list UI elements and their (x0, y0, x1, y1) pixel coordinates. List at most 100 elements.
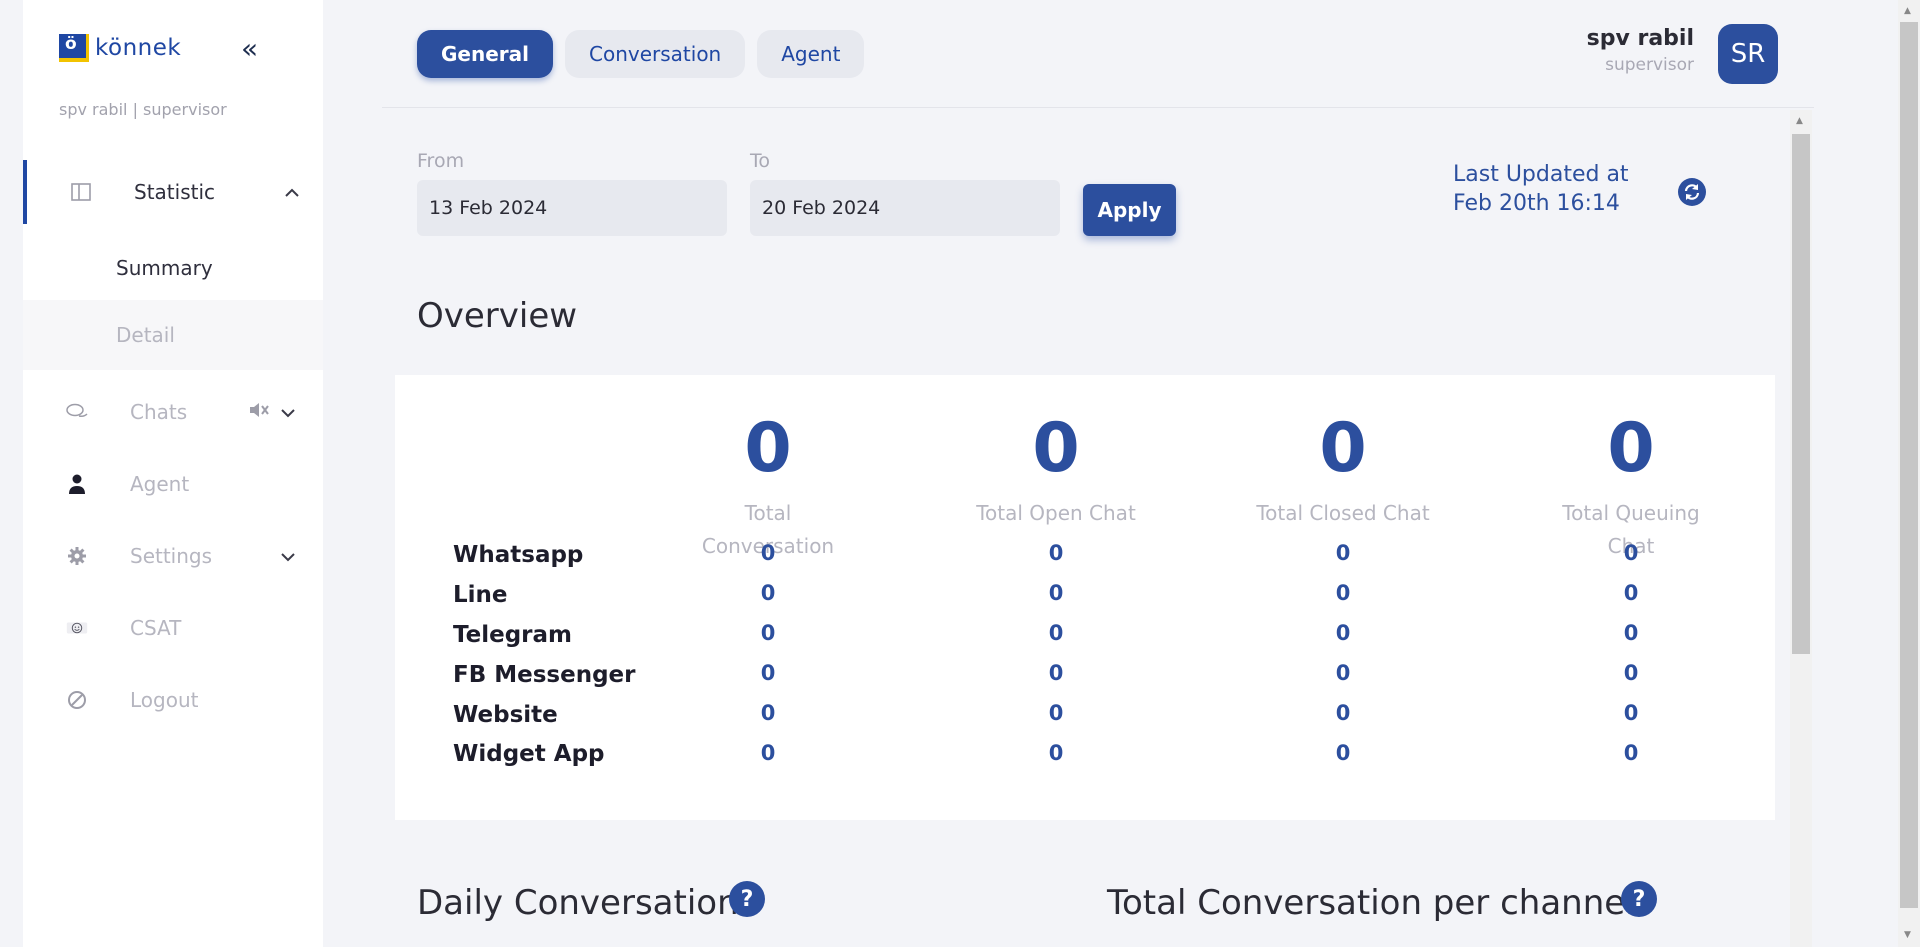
logo-mark-icon: ö (59, 34, 89, 62)
stat-label: Total Closed Chat (1256, 501, 1430, 525)
daily-conversation-title: Daily Conversation (417, 883, 739, 923)
table-cell: 0 (1048, 621, 1064, 645)
table-cell: 0 (1623, 541, 1639, 565)
sidebar-item-agent[interactable]: Agent (23, 452, 323, 516)
refresh-icon[interactable] (1678, 178, 1706, 206)
sidebar-item-label: Logout (130, 688, 199, 712)
sidebar-item-label: Chats (130, 400, 188, 424)
table-cell: 0 (1623, 581, 1639, 605)
table-cell: 0 (760, 701, 776, 725)
chat-bubbles-icon (66, 401, 88, 423)
person-icon (66, 473, 88, 495)
table-cell: 0 (1048, 741, 1064, 765)
collapse-sidebar-icon[interactable]: « (241, 32, 258, 65)
channel-label: Website (453, 702, 558, 728)
columns-icon (70, 181, 92, 203)
channel-label: FB Messenger (453, 662, 636, 688)
apply-button[interactable]: Apply (1083, 184, 1176, 236)
sidebar-item-chats[interactable]: Chats (23, 380, 323, 444)
channel-label: Telegram (453, 622, 573, 648)
avatar[interactable]: SR (1718, 24, 1778, 84)
table-cell: 0 (1048, 581, 1064, 605)
table-cell: 0 (1335, 541, 1351, 565)
sidebar-subitem-label: Detail (116, 323, 175, 347)
table-cell: 0 (1623, 661, 1639, 685)
table-cell: 0 (1335, 581, 1351, 605)
sidebar-item-statistic[interactable]: Statistic (23, 160, 323, 224)
channel-label: Whatsapp (453, 542, 584, 568)
scrollbar-thumb[interactable] (1900, 22, 1918, 908)
table-cell: 0 (760, 741, 776, 765)
tab-general[interactable]: General (417, 30, 553, 78)
sidebar: ö könnek « spv rabil | supervisor Statis… (23, 0, 323, 947)
sidebar-item-label: Settings (130, 544, 213, 568)
from-label: From (417, 150, 465, 172)
mute-icon[interactable] (248, 400, 270, 425)
stat-value: 0 (1032, 409, 1080, 488)
stat-total-queuing-chat: 0 Total Queuing Chat (1521, 405, 1741, 563)
stat-value: 0 (744, 409, 792, 488)
user-name: spv rabil (1586, 26, 1694, 51)
sidebar-item-label: CSAT (130, 616, 182, 640)
scroll-up-icon[interactable]: ▲ (1796, 116, 1803, 126)
scrollbar-thumb[interactable] (1792, 134, 1810, 654)
stat-total-closed-chat: 0 Total Closed Chat (1233, 405, 1453, 530)
overview-title: Overview (417, 296, 578, 336)
sidebar-user-info: spv rabil | supervisor (59, 100, 227, 119)
per-channel-title: Total Conversation per channel (1107, 883, 1635, 923)
table-cell: 0 (760, 661, 776, 685)
last-updated-label: Last Updated at (1453, 162, 1629, 187)
stat-value: 0 (1607, 409, 1655, 488)
stat-value: 0 (1319, 409, 1367, 488)
sidebar-item-settings[interactable]: Settings (23, 524, 323, 588)
table-cell: 0 (760, 621, 776, 645)
logout-icon (66, 689, 88, 711)
table-cell: 0 (1335, 701, 1351, 725)
table-cell: 0 (1623, 621, 1639, 645)
sidebar-item-label: Statistic (134, 180, 216, 204)
scroll-up-icon[interactable]: ▲ (1904, 6, 1911, 16)
scroll-down-icon[interactable]: ▼ (1904, 930, 1911, 940)
user-info: spv rabil supervisor (1587, 26, 1694, 75)
table-cell: 0 (760, 541, 776, 565)
sidebar-item-logout[interactable]: Logout (23, 668, 323, 732)
sidebar-subitem-detail[interactable]: Detail (23, 300, 323, 370)
page-scrollbar[interactable]: ▲ ▼ (1898, 0, 1920, 947)
user-role: supervisor (1605, 55, 1694, 75)
help-icon[interactable]: ? (729, 881, 765, 917)
channel-label: Line (453, 582, 508, 608)
table-cell: 0 (1335, 661, 1351, 685)
tab-agent[interactable]: Agent (757, 30, 865, 78)
channel-label: Widget App (453, 741, 605, 767)
table-cell: 0 (1048, 661, 1064, 685)
logo-text: könnek (95, 35, 182, 61)
sidebar-subitem-label: Summary (116, 256, 213, 280)
sidebar-item-csat[interactable]: CSAT (23, 596, 323, 660)
last-updated: Last Updated at Feb 20th 16:14 (1453, 160, 1629, 218)
help-icon[interactable]: ? (1621, 881, 1657, 917)
table-cell: 0 (1623, 741, 1639, 765)
to-date-input[interactable]: 20 Feb 2024 (750, 180, 1060, 236)
table-cell: 0 (1335, 621, 1351, 645)
stat-total-open-chat: 0 Total Open Chat (946, 405, 1166, 530)
stat-label: Total Open Chat (976, 501, 1136, 525)
top-tabs: General Conversation Agent (417, 30, 865, 78)
chevron-down-icon[interactable] (281, 547, 295, 566)
table-cell: 0 (1048, 541, 1064, 565)
table-cell: 0 (1335, 741, 1351, 765)
chevron-down-icon[interactable] (281, 403, 295, 422)
content-scrollbar[interactable]: ▲ (1790, 110, 1812, 947)
gear-icon (66, 545, 88, 567)
konnek-logo[interactable]: ö könnek (59, 34, 181, 62)
header-divider (382, 107, 1814, 108)
table-cell: 0 (1048, 701, 1064, 725)
table-cell: 0 (1623, 701, 1639, 725)
sidebar-subitem-summary[interactable]: Summary (23, 238, 323, 298)
chevron-up-icon (285, 183, 299, 202)
last-updated-time: Feb 20th 16:14 (1453, 191, 1620, 216)
from-date-input[interactable]: 13 Feb 2024 (417, 180, 727, 236)
stat-total-conversation: 0 Total Conversation (658, 405, 878, 563)
sidebar-item-label: Agent (130, 472, 190, 496)
tab-conversation[interactable]: Conversation (565, 30, 746, 78)
table-cell: 0 (760, 581, 776, 605)
